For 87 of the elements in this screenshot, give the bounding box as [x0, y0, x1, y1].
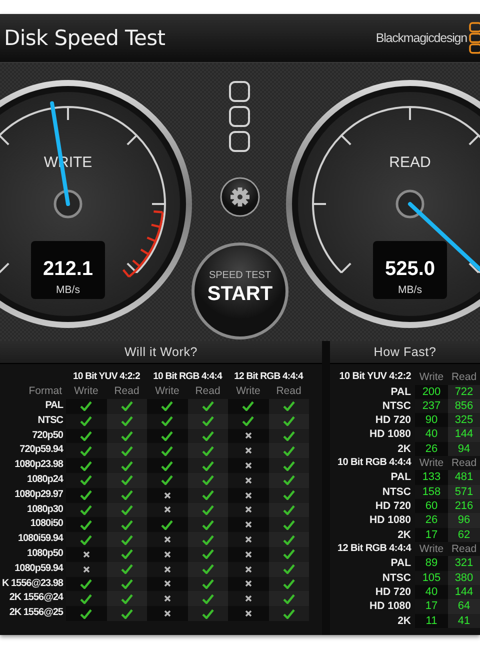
write-speed-cell: 133: [415, 470, 448, 485]
format-label: 1080p23.98: [14, 458, 64, 472]
read-speed-cell: 94: [448, 442, 480, 456]
unit-label: MB/s: [398, 284, 422, 296]
column-header: Read: [113, 384, 140, 399]
format-label: 2K 1556@25: [8, 606, 64, 620]
group-header: 10 Bit RGB 4:4:4: [336, 456, 412, 470]
write-speed-cell: 200: [415, 384, 448, 399]
write-speed-cell: 89: [415, 556, 448, 571]
format-label: NTSC: [381, 398, 412, 414]
speed-value: 525.0: [384, 258, 436, 280]
read-speed-cell: 481: [448, 470, 480, 485]
speed-value: 212.1: [42, 258, 94, 280]
logo-squares-icon: [469, 22, 480, 54]
read-speed-cell: 96: [448, 513, 480, 528]
format-label: 2K: [396, 442, 412, 456]
format-label: 2K: [396, 528, 412, 542]
gauge-label: READ: [389, 154, 431, 171]
read-speed-cell: 144: [448, 585, 480, 600]
read-speed-cell: 144: [448, 427, 480, 442]
column-header: Write: [418, 370, 445, 384]
column-header: Read: [275, 384, 302, 399]
group-header: 10 Bit YUV 4:2:2: [338, 370, 412, 384]
write-speed-cell: 17: [415, 528, 448, 542]
format-label: 1080p59.94: [14, 562, 64, 576]
column-header: Read: [450, 456, 478, 470]
read-speed-cell: 722: [448, 384, 480, 399]
read-speed-cell: 571: [448, 484, 480, 500]
format-label: 1080p29.97: [14, 488, 64, 502]
write-speed-cell: 26: [415, 442, 448, 456]
write-speed-cell: 11: [415, 614, 448, 628]
format-label: 1080i59.94: [16, 532, 64, 546]
group-header: 10 Bit RGB 4:4:4: [152, 370, 224, 384]
format-label: HD 1080: [368, 599, 412, 614]
column-header: Write: [154, 384, 180, 399]
format-label: HD 720: [374, 499, 412, 514]
format-label: 2K: [396, 614, 412, 628]
format-label: PAL: [390, 556, 412, 571]
format-label: 1080p24: [26, 472, 64, 487]
read-speed-cell: 216: [448, 499, 480, 514]
settings-button[interactable]: [220, 177, 260, 217]
format-label: NTSC: [36, 414, 64, 428]
format-label: 1080p30: [26, 502, 64, 517]
format-label: NTSC: [381, 484, 412, 500]
column-header: Write: [235, 384, 262, 399]
group-header: 10 Bit YUV 4:2:2: [72, 370, 141, 384]
write-speed-cell: 90: [415, 413, 448, 428]
format-label: 2K 1556@24: [8, 591, 64, 606]
group-header: 12 Bit RGB 4:4:4: [336, 542, 412, 556]
column-header: Write: [418, 542, 445, 556]
column-header: Format: [28, 384, 63, 399]
column-header: Read: [450, 542, 478, 556]
column-header: Write: [418, 456, 445, 470]
format-label: HD 1080: [368, 427, 412, 442]
column-header: Read: [194, 384, 222, 399]
format-label: PAL: [390, 384, 412, 399]
read-speed-cell: 856: [448, 398, 480, 414]
unit-label: MB/s: [56, 284, 80, 296]
read-speed-cell: 321: [448, 556, 480, 571]
format-label: 720p50: [31, 428, 64, 443]
format-label: HD 720: [374, 585, 412, 600]
read-speed-cell: 380: [448, 570, 480, 586]
read-speed-cell: 62: [448, 528, 480, 542]
brand-name: Blackmagicdesign: [376, 31, 467, 45]
read-speed-cell: 64: [448, 599, 480, 614]
format-label: HD 720: [374, 413, 412, 428]
format-label: 1080i50: [29, 517, 64, 532]
format-label: K 1556@23.98: [0, 576, 64, 591]
write-speed-cell: 40: [415, 585, 448, 600]
format-label: 720p59.94: [18, 443, 64, 458]
format-label: NTSC: [381, 570, 412, 586]
format-label: PAL: [390, 470, 412, 485]
column-header: Write: [73, 384, 100, 399]
window-title: Disk Speed Test: [3, 26, 166, 50]
read-speed-cell: 41: [448, 614, 480, 628]
format-label: PAL: [44, 399, 64, 413]
format-label: HD 1080: [368, 513, 412, 528]
group-header: 12 Bit RGB 4:4:4: [233, 370, 304, 384]
gear-icon: [230, 188, 250, 206]
section-header: Will it Work?: [0, 341, 322, 364]
start-button[interactable]: SPEED TEST START: [192, 242, 288, 340]
read-speed-cell: 325: [448, 413, 480, 428]
indicator-lights-drawing: [229, 81, 250, 152]
write-speed-cell: 60: [415, 499, 448, 514]
format-label: 1080p50: [26, 546, 64, 561]
section-header: How Fast?: [330, 341, 480, 364]
column-header: Read: [450, 370, 478, 384]
